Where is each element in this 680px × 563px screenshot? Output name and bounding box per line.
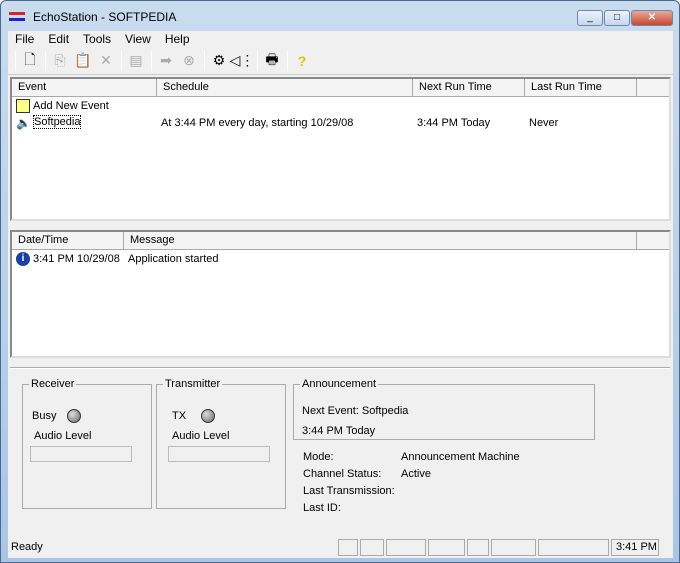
properties-icon[interactable]: ▤ xyxy=(125,50,147,72)
menu-bar: File Edit Tools View Help xyxy=(8,31,673,47)
copy-icon[interactable]: ⎘ xyxy=(49,50,71,72)
receiver-group: Receiver Busy Audio Level xyxy=(22,378,152,509)
tx-led xyxy=(201,409,215,423)
status-clock: 3:41 PM xyxy=(611,538,659,556)
col-message[interactable]: Message xyxy=(124,232,637,249)
status-text: Ready xyxy=(11,541,43,553)
col-next-run[interactable]: Next Run Time xyxy=(413,79,525,96)
busy-led xyxy=(67,409,81,423)
client-area: File Edit Tools View Help 🗋 ⎘ 📋 ✕ ▤ ➡ ⊗ … xyxy=(8,31,673,558)
window-title: EchoStation - SOFTPEDIA xyxy=(33,10,177,24)
col-datetime[interactable]: Date/Time xyxy=(12,232,124,249)
transmitter-audio-meter xyxy=(168,446,270,462)
col-event[interactable]: Event xyxy=(12,79,157,96)
new-icon[interactable]: 🗋 xyxy=(19,50,41,72)
maximize-button[interactable]: □ xyxy=(604,10,630,26)
menu-view[interactable]: View xyxy=(118,31,158,47)
help-icon[interactable]: ? xyxy=(291,50,313,72)
receiver-audio-meter xyxy=(30,446,132,462)
title-bar: EchoStation - SOFTPEDIA xyxy=(9,7,176,27)
status-panel: Receiver Busy Audio Level Transmitter TX… xyxy=(10,367,670,537)
paste-icon[interactable]: 📋 xyxy=(72,50,94,72)
channel-status-value: Active xyxy=(401,468,431,480)
announcement-group: Announcement Next Event: Softpedia 3:44 … xyxy=(293,378,595,440)
menu-file[interactable]: File xyxy=(8,31,41,47)
log-row[interactable]: i 3:41 PM 10/29/08 Application started xyxy=(12,250,669,267)
status-bar: Ready 3:41 PM xyxy=(8,537,673,557)
app-window: EchoStation - SOFTPEDIA _ □ ✕ File Edit … xyxy=(0,0,680,563)
close-button[interactable]: ✕ xyxy=(631,10,673,26)
settings-icon[interactable]: ⚙ xyxy=(208,50,230,72)
speaker-icon: 🔈 xyxy=(16,115,31,130)
toolbar: 🗋 ⎘ 📋 ✕ ▤ ➡ ⊗ ⚙ ◁⋮ 🖶 ? xyxy=(8,47,673,75)
menu-edit[interactable]: Edit xyxy=(41,31,76,47)
add-event-icon xyxy=(16,98,30,113)
app-icon xyxy=(9,10,27,24)
event-list[interactable]: Event Schedule Next Run Time Last Run Ti… xyxy=(10,77,671,221)
mode-value: Announcement Machine xyxy=(401,451,520,463)
audio-icon[interactable]: ◁⋮ xyxy=(230,50,255,72)
print-icon[interactable]: 🖶 xyxy=(261,50,283,72)
menu-tools[interactable]: Tools xyxy=(76,31,118,47)
stop-icon[interactable]: ⊗ xyxy=(178,50,200,72)
menu-help[interactable]: Help xyxy=(158,31,197,47)
col-last-run[interactable]: Last Run Time xyxy=(525,79,637,96)
info-icon: i xyxy=(16,251,30,266)
run-icon[interactable]: ➡ xyxy=(155,50,177,72)
transmitter-group: Transmitter TX Audio Level xyxy=(156,378,286,509)
log-list[interactable]: Date/Time Message i 3:41 PM 10/29/08 Appl… xyxy=(10,230,671,358)
event-row[interactable]: 🔈 Softpedia At 3:44 PM every day, startin… xyxy=(12,114,669,131)
minimize-button[interactable]: _ xyxy=(577,10,603,26)
col-schedule[interactable]: Schedule xyxy=(157,79,413,96)
event-row-add[interactable]: Add New Event xyxy=(12,97,669,114)
delete-icon[interactable]: ✕ xyxy=(95,50,117,72)
